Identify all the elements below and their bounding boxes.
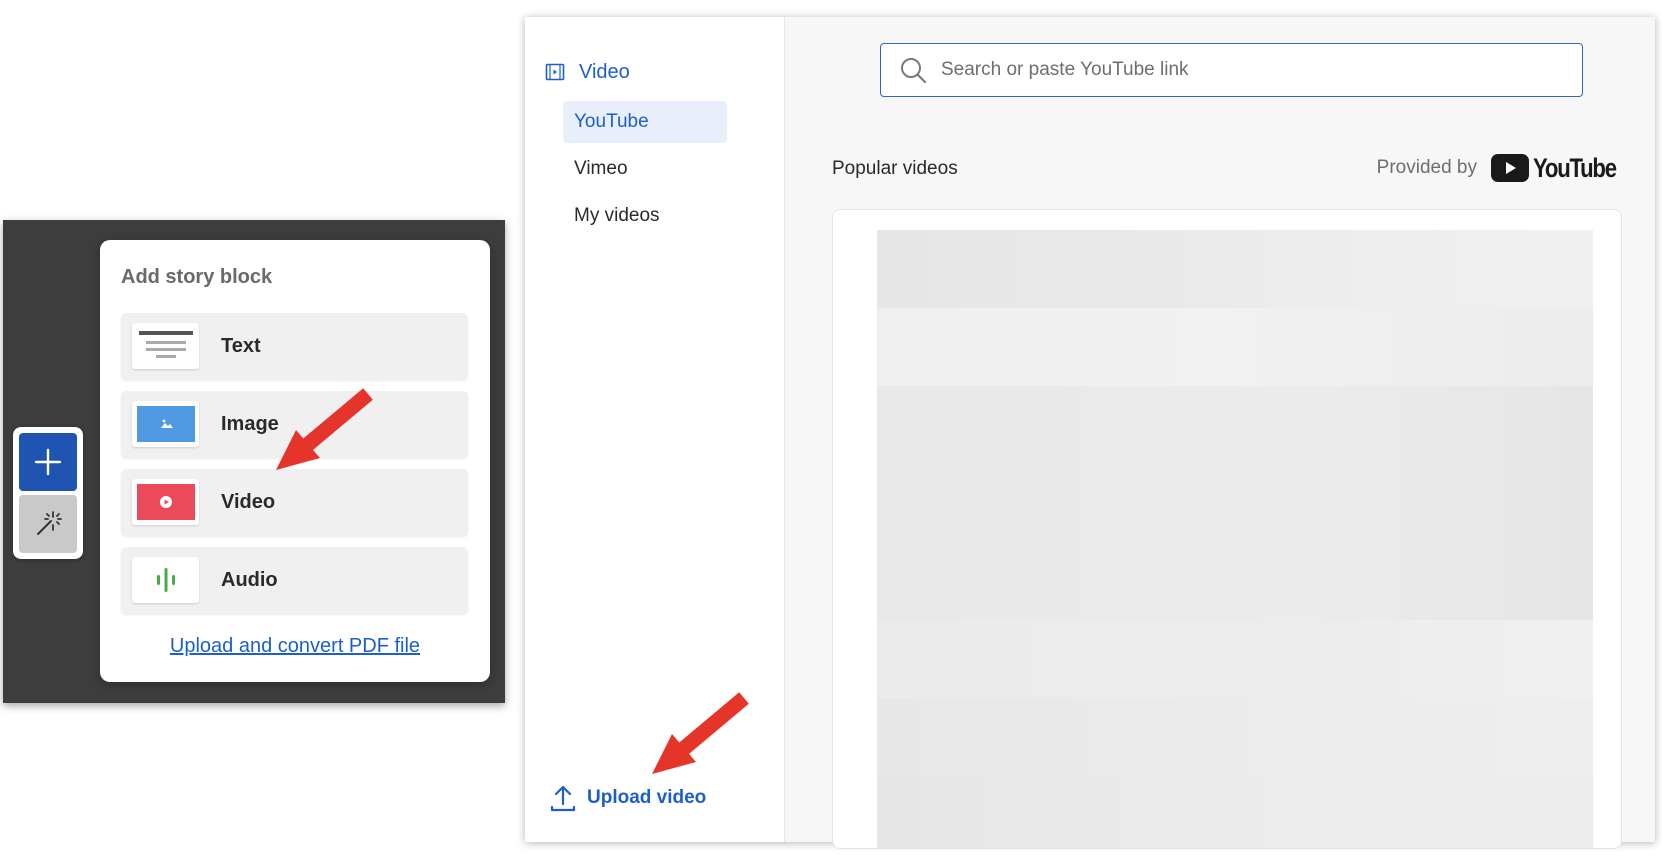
film-icon	[545, 63, 565, 81]
video-loading-placeholder	[877, 698, 1593, 776]
video-loading-placeholder	[877, 386, 1593, 620]
provided-by-label: Provided by	[1376, 157, 1477, 178]
video-nav-heading-label: Video	[579, 60, 630, 83]
video-source-nav: Video YouTube Vimeo My videos Upload vid…	[525, 17, 785, 842]
audio-waveform-icon	[132, 557, 199, 603]
image-block-label: Image	[221, 413, 279, 435]
video-block-label: Video	[221, 491, 276, 513]
search-icon	[901, 58, 927, 84]
image-block-option[interactable]: Image	[121, 391, 468, 457]
video-loading-placeholder	[877, 308, 1593, 386]
video-play-icon	[132, 479, 199, 525]
text-lines-icon	[132, 323, 199, 369]
audio-block-label: Audio	[221, 569, 278, 591]
audio-block-option[interactable]: Audio	[121, 547, 468, 613]
magic-tool-button[interactable]	[19, 495, 77, 553]
nav-item-youtube[interactable]: YouTube	[563, 101, 727, 143]
upload-arrow-icon	[550, 785, 576, 812]
image-icon	[132, 401, 199, 447]
video-loading-placeholder	[877, 776, 1593, 848]
video-nav-heading: Video	[545, 57, 630, 87]
popular-videos-title: Popular videos	[832, 158, 958, 179]
magic-wand-icon	[37, 511, 62, 535]
nav-item-my-videos[interactable]: My videos	[563, 195, 727, 237]
menu-title: Add story block	[121, 266, 273, 288]
provided-by: Provided by YouTube	[1377, 150, 1625, 186]
youtube-logo: YouTube	[1491, 153, 1625, 184]
upload-video-label: Upload video	[587, 787, 707, 808]
youtube-play-icon	[1491, 154, 1529, 182]
plus-icon	[34, 448, 62, 476]
video-panel: Video YouTube Vimeo My videos Upload vid…	[525, 17, 1655, 849]
add-story-block-menu: Add story block Text Image Video Audio U…	[100, 240, 490, 682]
search-input[interactable]	[941, 59, 1561, 81]
upload-video-button[interactable]: Upload video	[550, 782, 706, 814]
text-block-label: Text	[221, 335, 261, 357]
add-block-button[interactable]	[19, 433, 77, 491]
video-search-field[interactable]	[880, 43, 1583, 97]
upload-pdf-link[interactable]: Upload and convert PDF file	[100, 635, 490, 658]
text-block-option[interactable]: Text	[121, 313, 468, 379]
youtube-wordmark: YouTube	[1533, 152, 1617, 183]
video-block-option[interactable]: Video	[121, 469, 468, 535]
side-toolbar	[13, 427, 83, 559]
video-loading-placeholder	[877, 620, 1593, 698]
nav-item-vimeo[interactable]: Vimeo	[563, 148, 727, 190]
popular-videos-list	[832, 209, 1622, 849]
video-loading-placeholder	[877, 230, 1593, 308]
